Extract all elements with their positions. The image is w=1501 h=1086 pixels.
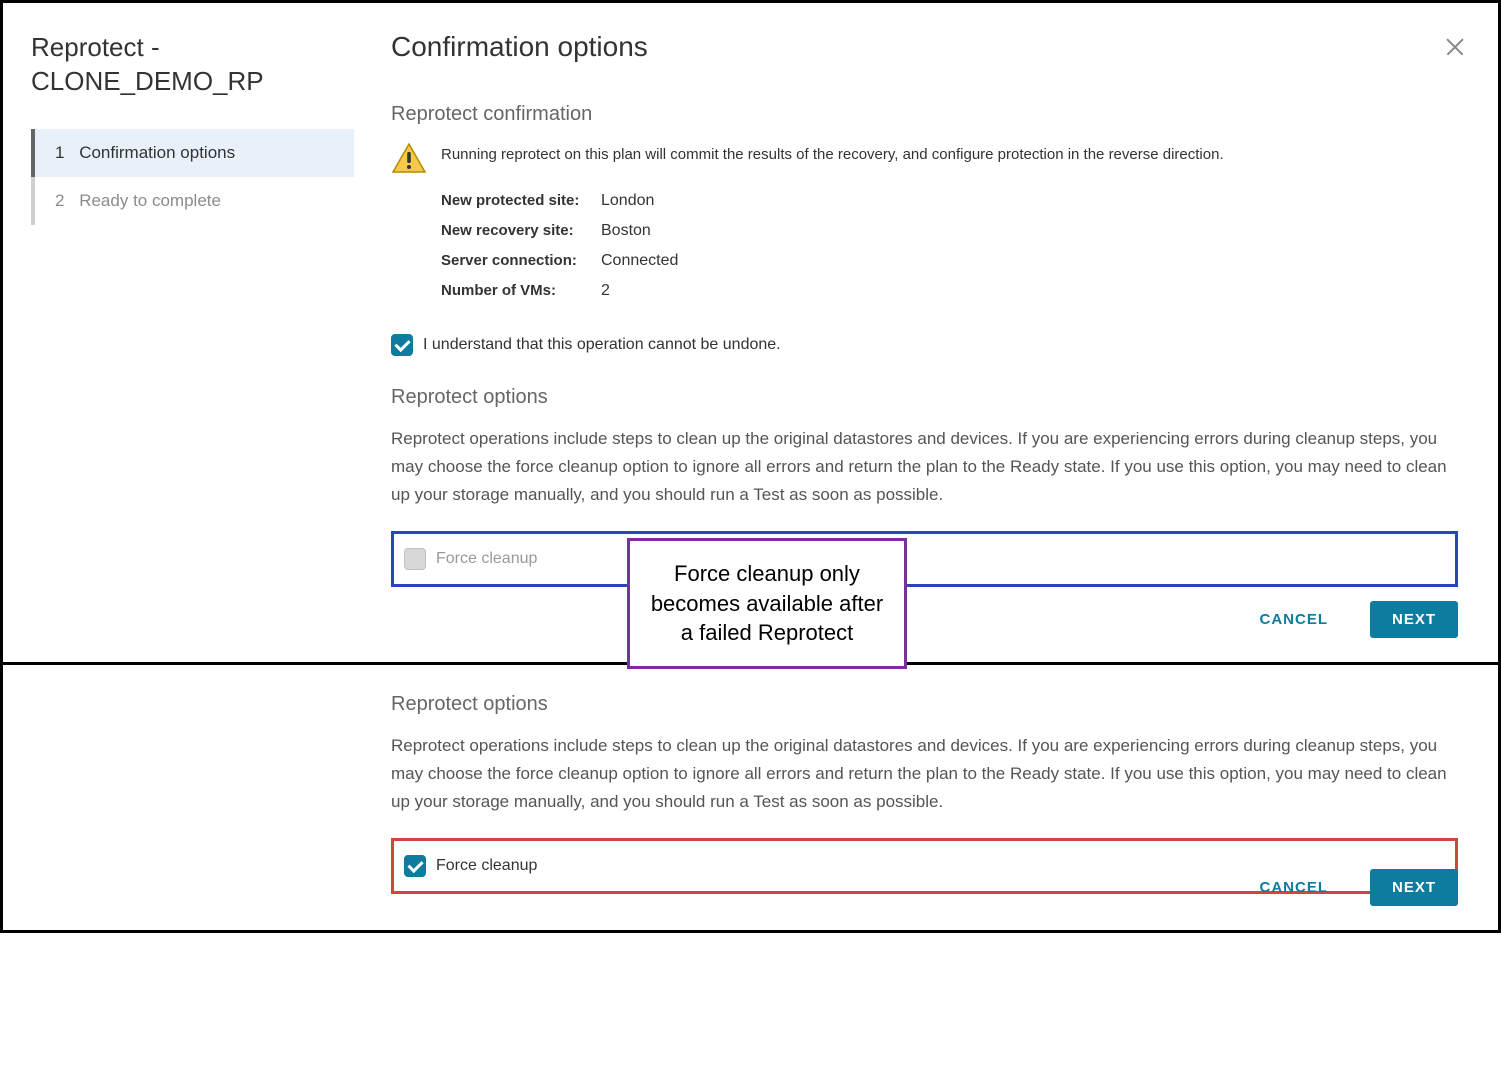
recovery-site-label: New recovery site:	[441, 222, 601, 240]
undo-ack-checkbox[interactable]	[391, 334, 413, 356]
step-label: Confirmation options	[79, 143, 235, 162]
server-connection-label: Server connection:	[441, 252, 601, 270]
step-number: 1	[55, 143, 64, 162]
wizard-sidebar: Reprotect - CLONE_DEMO_RP 1 Confirmation…	[3, 3, 355, 662]
next-button[interactable]: NEXT	[1370, 601, 1458, 638]
step-number: 2	[55, 191, 64, 210]
step-confirmation-options[interactable]: 1 Confirmation options	[31, 129, 354, 177]
reprotect-wizard-panel-bottom: Reprotect options Reprotect operations i…	[0, 665, 1501, 933]
warning-text: Running reprotect on this plan will comm…	[441, 142, 1224, 163]
force-cleanup-checkbox-checked[interactable]	[404, 855, 426, 877]
wizard-sidebar-bottom	[3, 665, 355, 930]
server-connection-value: Connected	[601, 252, 678, 270]
step-label: Ready to complete	[79, 191, 221, 210]
confirmation-details: New protected site: London New recovery …	[441, 192, 1458, 312]
cancel-button[interactable]: CANCEL	[1237, 601, 1350, 638]
force-cleanup-label: Force cleanup	[436, 857, 537, 875]
reprotect-options-heading: Reprotect options	[391, 386, 1458, 409]
wizard-buttons: CANCEL NEXT	[1237, 601, 1458, 638]
protected-site-value: London	[601, 192, 654, 210]
vm-count-label: Number of VMs:	[441, 282, 601, 300]
warning-row: Running reprotect on this plan will comm…	[391, 142, 1458, 174]
reprotect-confirmation-heading: Reprotect confirmation	[391, 103, 1458, 126]
undo-ack-label: I understand that this operation cannot …	[423, 336, 781, 354]
wizard-content: Confirmation options Reprotect confirmat…	[355, 3, 1498, 662]
wizard-title: Reprotect - CLONE_DEMO_RP	[3, 31, 354, 129]
close-icon[interactable]	[1444, 35, 1466, 57]
reprotect-options-heading: Reprotect options	[391, 693, 1458, 716]
annotation-callout: Force cleanup only becomes available aft…	[627, 538, 907, 669]
protected-site-label: New protected site:	[441, 192, 601, 210]
recovery-site-value: Boston	[601, 222, 651, 240]
warning-icon	[391, 142, 427, 174]
undo-ack-row: I understand that this operation cannot …	[391, 334, 1458, 356]
vm-count-value: 2	[601, 282, 610, 300]
reprotect-options-description: Reprotect operations include steps to cl…	[391, 425, 1458, 509]
step-ready-to-complete[interactable]: 2 Ready to complete	[35, 177, 354, 225]
wizard-buttons: CANCEL NEXT	[1237, 869, 1458, 906]
next-button[interactable]: NEXT	[1370, 869, 1458, 906]
wizard-content-bottom: Reprotect options Reprotect operations i…	[355, 665, 1498, 930]
force-cleanup-checkbox-disabled	[404, 548, 426, 570]
force-cleanup-disabled-highlight: Force cleanup	[391, 531, 1458, 587]
cancel-button[interactable]: CANCEL	[1237, 869, 1350, 906]
reprotect-options-description: Reprotect operations include steps to cl…	[391, 732, 1458, 816]
wizard-steps: 1 Confirmation options 2 Ready to comple…	[31, 129, 354, 225]
force-cleanup-label: Force cleanup	[436, 550, 537, 568]
content-heading: Confirmation options	[391, 31, 1458, 63]
